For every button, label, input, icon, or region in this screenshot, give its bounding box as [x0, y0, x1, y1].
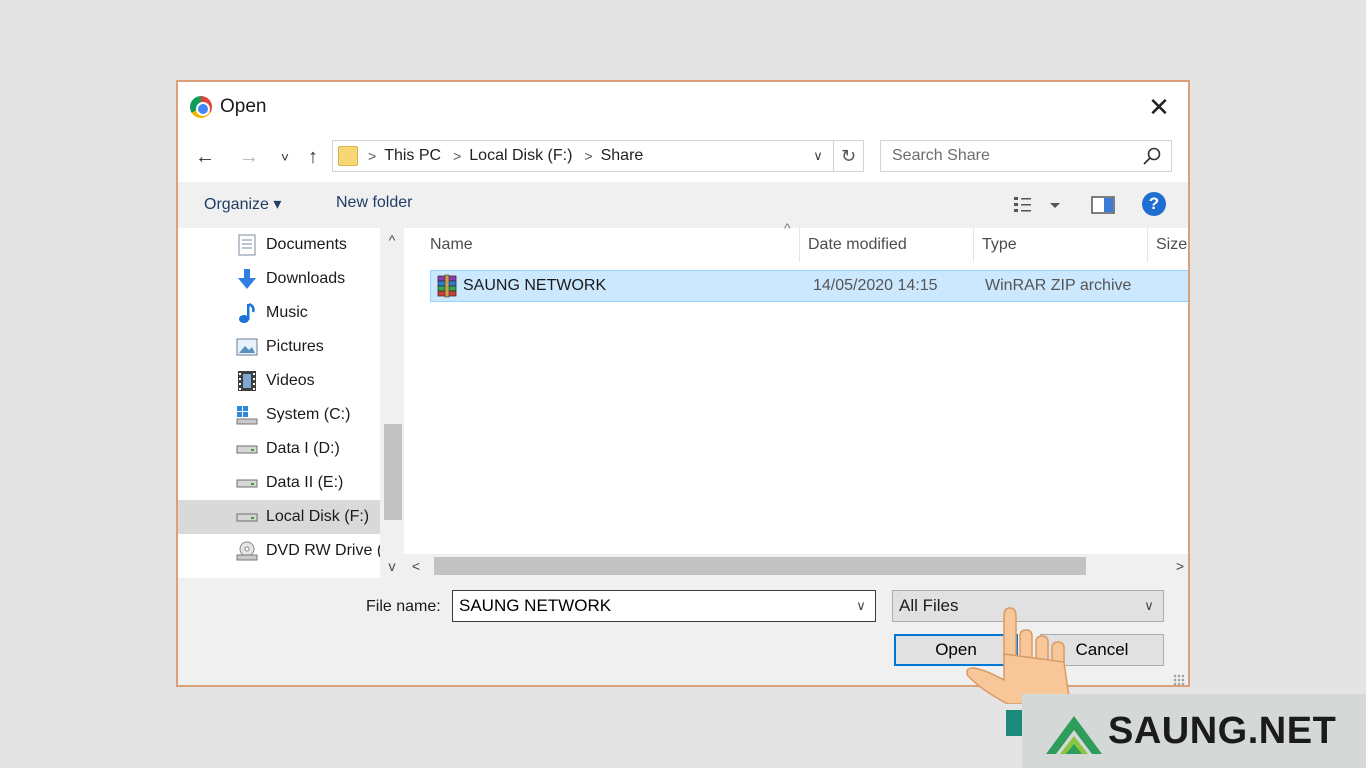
- column-header-type[interactable]: Type: [974, 228, 1148, 262]
- open-file-dialog: Open ✕ ← → ˅ ↑ > This PC > Local Disk (F…: [176, 80, 1190, 687]
- breadcrumb-this-pc[interactable]: This PC: [384, 147, 441, 165]
- documents-icon: [236, 234, 258, 256]
- forward-arrow-icon: →: [239, 146, 259, 168]
- sidebar-item-local-disk-f[interactable]: Local Disk (F:): [178, 500, 380, 534]
- sidebar-item-label: Documents: [266, 236, 347, 253]
- preview-pane-icon[interactable]: [1090, 192, 1116, 218]
- column-header-name[interactable]: Name: [422, 228, 800, 262]
- sidebar-item-label: System (C:): [266, 406, 351, 423]
- file-row-saung-network[interactable]: SAUNG NETWORK 14/05/2020 14:15 WinRAR ZI…: [430, 270, 1188, 302]
- sidebar-item-videos[interactable]: Videos: [178, 364, 380, 398]
- file-name-label: File name:: [366, 598, 441, 615]
- refresh-icon: ↻: [840, 146, 857, 166]
- scroll-left-icon[interactable]: <: [404, 554, 428, 578]
- chevron-down-icon: ∨: [856, 598, 866, 613]
- sidebar-item-label: Local Disk (F:): [266, 508, 370, 525]
- refresh-button[interactable]: ↻: [833, 141, 863, 171]
- sidebar-item-dvd-drive[interactable]: DVD RW Drive (G:): [178, 534, 380, 568]
- new-folder-button[interactable]: New folder: [336, 194, 412, 212]
- sidebar-item-system-c[interactable]: System (C:): [178, 398, 380, 432]
- navigation-pane: Documents Downloads Music Pictures Video…: [178, 228, 404, 578]
- horizontal-scroll-thumb[interactable]: [434, 557, 1086, 575]
- forward-button[interactable]: →: [236, 144, 262, 170]
- file-name-combobox: ∨: [452, 590, 876, 622]
- saung-logo-icon: [1046, 716, 1102, 754]
- sidebar-item-downloads[interactable]: Downloads: [178, 262, 380, 296]
- music-icon: [236, 302, 258, 324]
- sidebar-scroll-thumb[interactable]: [384, 424, 402, 520]
- breadcrumb-separator-icon: >: [453, 148, 462, 164]
- watermark-text: SAUNG.NET: [1108, 710, 1337, 752]
- file-list-horizontal-scrollbar[interactable]: < >: [404, 554, 1188, 578]
- file-date-cell: 14/05/2020 14:15: [813, 277, 938, 294]
- search-input[interactable]: [881, 141, 1131, 171]
- sidebar-item-label: Downloads: [266, 270, 346, 287]
- breadcrumb-share[interactable]: Share: [601, 147, 644, 165]
- sidebar-item-label: Data II (E:): [266, 474, 344, 491]
- column-header-size[interactable]: Size: [1148, 228, 1188, 262]
- downloads-icon: [236, 268, 258, 290]
- resize-grip-icon[interactable]: [1173, 674, 1185, 685]
- sidebar-item-label: Videos: [266, 372, 315, 389]
- sidebar-item-label: DVD RW Drive (G:): [266, 542, 380, 559]
- search-icon[interactable]: [1141, 145, 1163, 167]
- dialog-title: Open: [220, 96, 267, 117]
- pointing-hand-icon: [966, 607, 1071, 704]
- address-dropdown-button[interactable]: ∨: [805, 141, 831, 171]
- up-button[interactable]: ↑: [300, 144, 326, 170]
- chrome-app-icon: [190, 96, 212, 118]
- dvd-drive-icon: [236, 540, 258, 562]
- sidebar-item-label: Pictures: [266, 338, 324, 355]
- videos-icon: [236, 370, 258, 392]
- chevron-down-icon: ˅: [280, 149, 290, 165]
- breadcrumb-local-disk[interactable]: Local Disk (F:): [469, 147, 572, 165]
- close-button[interactable]: ✕: [1144, 92, 1174, 122]
- sidebar-item-data-d[interactable]: Data I (D:): [178, 432, 380, 466]
- recent-locations-button[interactable]: ˅: [272, 144, 298, 170]
- address-bar[interactable]: > This PC > Local Disk (F:) > Share ∨ ↻: [332, 140, 864, 172]
- file-name-cell: SAUNG NETWORK: [463, 277, 607, 294]
- scroll-up-icon[interactable]: ^: [380, 228, 404, 252]
- folder-icon: [338, 146, 358, 166]
- sidebar-item-label: Music: [266, 304, 308, 321]
- windows-drive-icon: [236, 404, 258, 426]
- scroll-right-icon[interactable]: >: [1168, 554, 1188, 578]
- file-list-pane: ^ Name Date modified Type Size SAUNG NET…: [404, 220, 1188, 578]
- watermark-logo: SAUNG.NET: [1022, 694, 1366, 768]
- winrar-archive-icon: [437, 274, 457, 298]
- file-type-cell: WinRAR ZIP archive: [985, 277, 1132, 294]
- help-icon[interactable]: ?: [1142, 192, 1166, 216]
- sidebar-scrollbar[interactable]: ^ v: [380, 228, 404, 578]
- back-button[interactable]: ←: [192, 144, 218, 170]
- title-bar: Open ✕: [178, 82, 1188, 134]
- organize-button[interactable]: Organize ▾: [204, 194, 281, 214]
- chevron-down-icon: ∨: [813, 148, 823, 163]
- drive-icon: [236, 472, 258, 494]
- sidebar-item-music[interactable]: Music: [178, 296, 380, 330]
- close-icon: ✕: [1148, 92, 1170, 122]
- sidebar-item-documents[interactable]: Documents: [178, 228, 380, 262]
- sidebar-item-label: Data I (D:): [266, 440, 340, 457]
- sidebar-item-pictures[interactable]: Pictures: [178, 330, 380, 364]
- column-header-date-modified[interactable]: Date modified: [800, 228, 974, 262]
- scroll-down-icon[interactable]: v: [380, 554, 404, 578]
- file-name-input[interactable]: [453, 591, 843, 621]
- breadcrumb-separator-icon: >: [584, 148, 593, 164]
- breadcrumb-separator-icon: >: [368, 148, 377, 164]
- pictures-icon: [236, 336, 258, 358]
- navigation-bar: ← → ˅ ↑ > This PC > Local Disk (F:) > Sh…: [178, 134, 1188, 182]
- drive-icon: [236, 506, 258, 528]
- file-type-filter-value: All Files: [899, 596, 959, 615]
- watermark-strip: [1006, 710, 1022, 736]
- chevron-down-icon: ∨: [1144, 598, 1154, 613]
- command-toolbar: Organize ▾ New folder ?: [178, 182, 1188, 228]
- change-view-icon[interactable]: [1012, 192, 1066, 218]
- sidebar-item-data-e[interactable]: Data II (E:): [178, 466, 380, 500]
- back-arrow-icon: ←: [195, 146, 215, 168]
- search-box: [880, 140, 1172, 172]
- up-arrow-icon: ↑: [308, 146, 318, 168]
- drive-icon: [236, 438, 258, 460]
- file-name-dropdown-button[interactable]: ∨: [847, 591, 875, 621]
